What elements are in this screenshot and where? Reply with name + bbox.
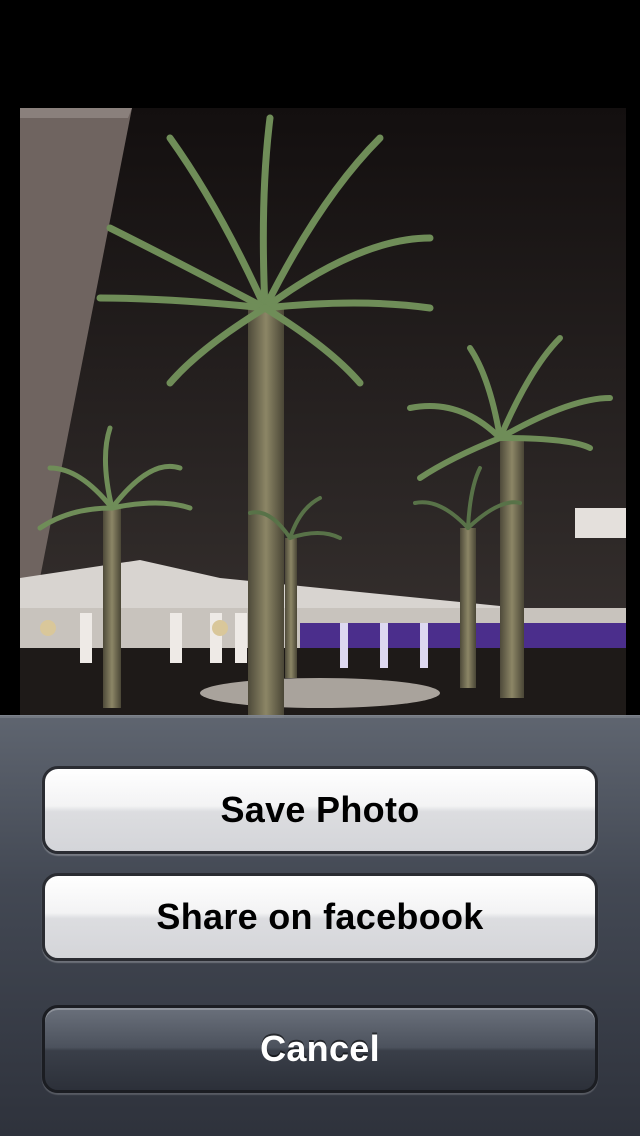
photo-image	[20, 108, 626, 718]
share-on-facebook-button[interactable]: Share on facebook	[42, 873, 598, 961]
screen: Save Photo Share on facebook Cancel	[0, 0, 640, 1136]
save-photo-button[interactable]: Save Photo	[42, 766, 598, 854]
cancel-button[interactable]: Cancel	[42, 1005, 598, 1093]
action-sheet: Save Photo Share on facebook Cancel	[0, 715, 640, 1136]
photo-preview	[20, 108, 626, 718]
